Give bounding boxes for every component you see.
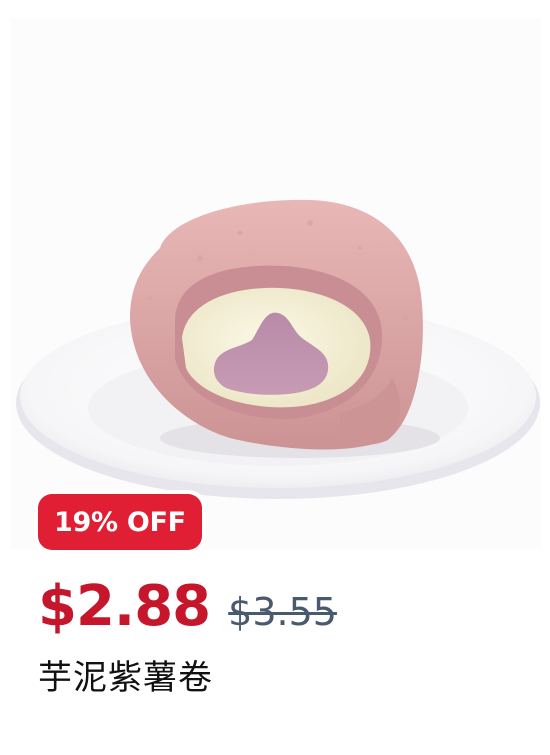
product-card[interactable]: 19% OFF $2.88 $3.55 芋泥紫薯卷 bbox=[0, 0, 550, 755]
discount-badge: 19% OFF bbox=[38, 494, 202, 550]
product-image[interactable] bbox=[10, 18, 541, 549]
original-price: $3.55 bbox=[228, 590, 337, 634]
cake-roll-photo bbox=[10, 18, 541, 549]
price-row: $2.88 $3.55 bbox=[38, 574, 337, 644]
discount-badge-label: 19% OFF bbox=[54, 506, 186, 538]
product-name[interactable]: 芋泥紫薯卷 bbox=[38, 650, 213, 699]
current-price: $2.88 bbox=[38, 574, 211, 639]
